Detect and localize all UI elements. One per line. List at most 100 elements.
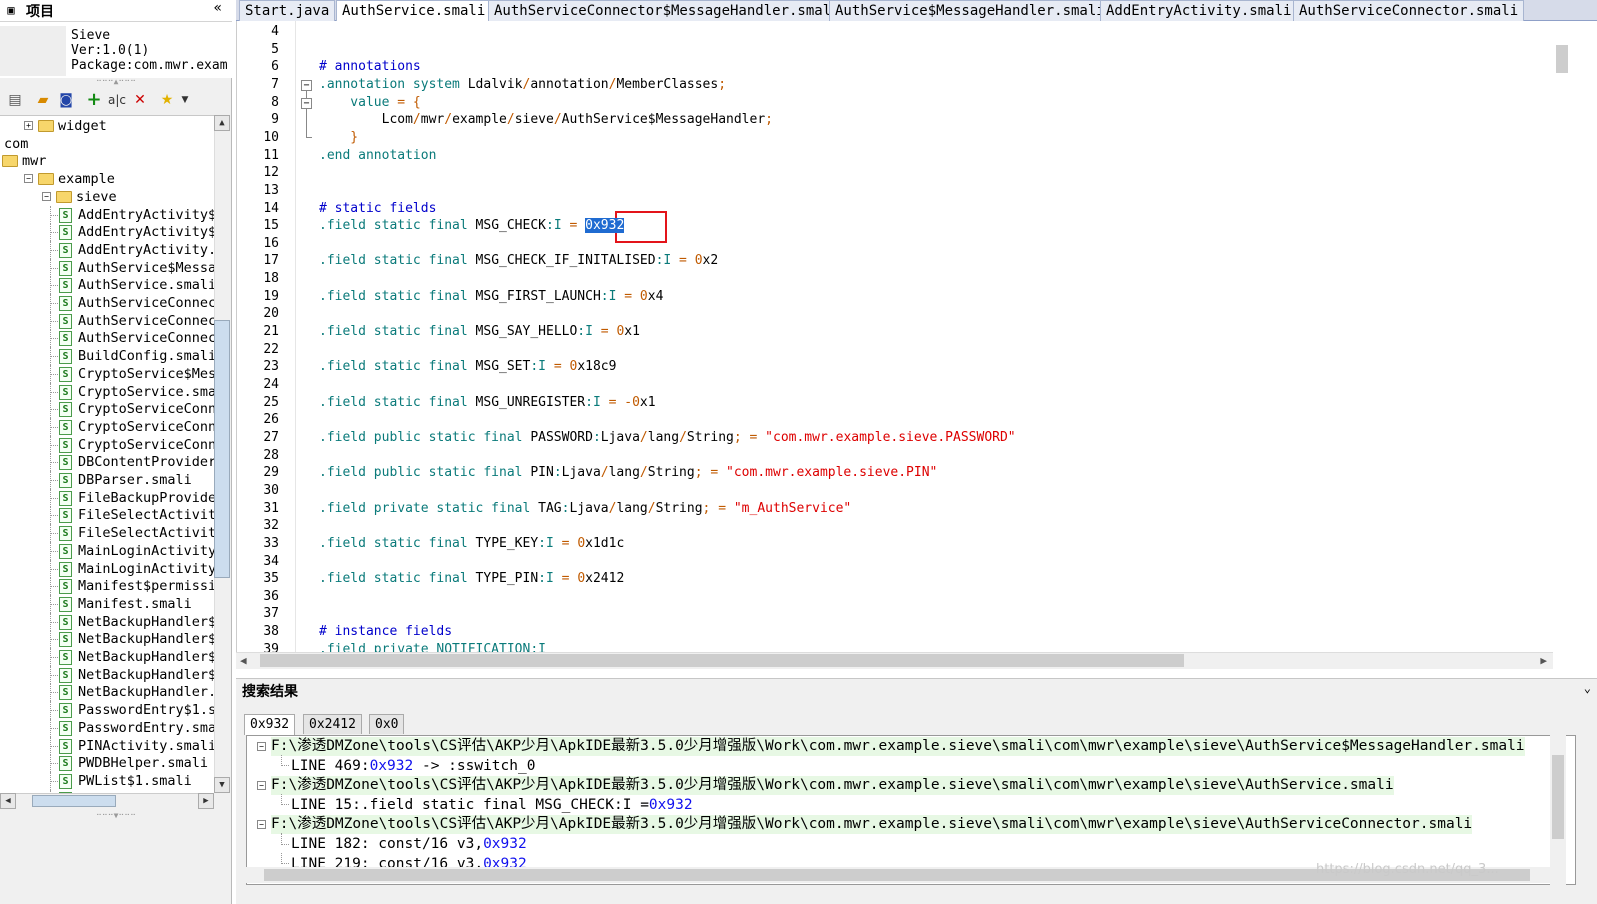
tree-item[interactable]: + widget (0, 117, 214, 135)
collapse-toggle-icon[interactable]: − (24, 174, 33, 184)
smali-file-icon: S (59, 703, 72, 719)
tree-item[interactable]: S MainLoginActivity (0, 541, 214, 560)
code-hscroll-thumb[interactable] (260, 654, 1184, 667)
splitter-handle[interactable]: ⠒⠒⠒▲⠒⠒⠒ (0, 78, 232, 86)
tree-item[interactable]: S CryptoServiceConn (0, 417, 214, 436)
tree-item[interactable]: − sieve (0, 188, 214, 206)
tree-item[interactable]: S FileSelectActivit (0, 524, 214, 543)
favorite-star-icon[interactable]: ★ (158, 91, 176, 109)
tree-item[interactable]: S AuthServiceConnec (0, 311, 214, 330)
search-result-file[interactable]: F:\渗透DMZone\tools\CS评估\AKP少月\ApkIDE最新3.5… (271, 815, 1473, 835)
refresh-icon[interactable]: ◙ (57, 91, 75, 109)
scroll-right-button[interactable]: ▶ (198, 793, 214, 809)
code-vscroll-thumb[interactable] (1556, 45, 1568, 73)
tree-item[interactable]: S DBParser.smali (0, 471, 214, 489)
tree-item[interactable]: S PWDBHelper.smali (0, 754, 214, 773)
tree-item[interactable]: S AuthService.smali (0, 276, 214, 295)
code-token: .field public static final (319, 465, 531, 481)
smali-file-icon: S (59, 402, 72, 418)
collapse-panel-button[interactable]: « (213, 0, 222, 16)
tree-item[interactable]: S NetBackupHandler$ (0, 665, 214, 684)
code-editor[interactable]: 4 5 6 7 8 9 10 11 12 13 14 15 16 17 18 19 20 21 22 23 24 25 26… (236, 21, 1597, 652)
app-package: Package:com.mwr.exam (71, 58, 228, 73)
splitter-handle-bottom[interactable]: ⠒⠒⠒▼⠒⠒⠒ (0, 812, 232, 820)
tree-item[interactable]: S AddEntryActivity. (0, 240, 214, 259)
search-result-line[interactable]: LINE 469:0x932 -> :sswitch_0 (291, 757, 535, 776)
scroll-down-button[interactable]: ▼ (214, 777, 230, 793)
tree-item-label: AuthService$Messa (78, 259, 214, 276)
fold-toggle-icon[interactable]: − (301, 80, 312, 91)
smali-file-icon: S (59, 738, 72, 754)
code-token: x18c9 (577, 359, 617, 375)
collapse-toggle-icon[interactable]: − (42, 191, 51, 201)
app-name: Sieve (71, 28, 111, 43)
tree-item[interactable]: S NetBackupHandler$ (0, 648, 214, 666)
editor-tab[interactable]: AuthServiceConnector$MessageHandler.smal… (488, 0, 846, 21)
tree-scroll-thumb[interactable] (214, 320, 230, 578)
tree-item[interactable]: S AuthServiceConnec (0, 329, 214, 348)
tree-item[interactable]: S Manifest.smali (0, 594, 214, 613)
tree-item[interactable]: S AuthService$Messa (0, 258, 214, 277)
tree-item[interactable]: S AddEntryActivity$ (0, 205, 214, 224)
code-token: PIN (530, 465, 554, 481)
search-result-line[interactable]: LINE 15:.field static final MSG_CHECK:I … (291, 796, 693, 815)
code-line: .field static final MSG_SET:I = 0x18c9 (319, 358, 616, 376)
scroll-left-button[interactable]: ◀ (0, 793, 16, 809)
code-line: .end annotation (319, 147, 436, 165)
tree-item[interactable]: S PasswordEntry.sma (0, 718, 214, 737)
tree-item[interactable]: S CryptoServiceConn (0, 435, 214, 454)
open-folder-icon[interactable]: ▰ (34, 91, 52, 109)
tree-item[interactable]: S FileSelectActivit (0, 506, 214, 525)
tree-item[interactable]: S AddEntryActivity$ (0, 223, 214, 242)
tree-item[interactable]: mwr (0, 152, 214, 170)
search-result-file[interactable]: F:\渗透DMZone\tools\CS评估\AKP少月\ApkIDE最新3.5… (271, 737, 1525, 756)
tree-item[interactable]: S NetBackupHandler$ (0, 612, 214, 631)
editor-tab[interactable]: AuthService$MessageHandler.smali (829, 0, 1111, 21)
tree-item[interactable]: S DBContentProvider (0, 453, 214, 472)
fold-toggle-icon[interactable]: − (301, 98, 312, 109)
editor-tab[interactable]: Start.java (239, 0, 336, 21)
tree-item[interactable]: S CryptoServiceConn (0, 400, 214, 419)
scroll-right-icon[interactable]: ▶ (1540, 654, 1547, 667)
tree-item[interactable]: S MainLoginActivity (0, 559, 214, 578)
add-icon[interactable]: + (85, 91, 103, 109)
tree-item[interactable]: S FileBackupProvide (0, 488, 214, 507)
delete-icon[interactable]: ✕ (131, 91, 149, 109)
collapse-toggle-icon[interactable]: − (257, 820, 266, 830)
code-token: .field static final (319, 324, 476, 340)
tree-item[interactable]: S CryptoService.sma (0, 382, 214, 401)
tree-item[interactable]: − example (0, 170, 214, 188)
collapse-toggle-icon[interactable]: − (257, 781, 266, 791)
tree-item-label: MainLoginActivity (78, 560, 214, 577)
editor-tab[interactable]: AddEntryActivity.smali (1100, 0, 1298, 21)
collapse-toggle-icon[interactable]: − (257, 742, 266, 751)
results-vscroll-thumb[interactable] (1552, 755, 1564, 839)
code-token: = (569, 218, 586, 234)
rename-icon[interactable]: a|c (108, 91, 126, 109)
tree-item[interactable]: S CryptoService$Mes (0, 364, 214, 383)
scroll-up-button[interactable]: ▲ (214, 115, 230, 131)
tree-item[interactable]: S PWList$1.smali (0, 771, 214, 790)
chevron-down-icon[interactable]: ▼ (176, 91, 194, 109)
tree-item[interactable]: S NetBackupHandler$ (0, 630, 214, 649)
tree-item[interactable]: S BuildConfig.smali (0, 347, 214, 366)
search-tab[interactable]: 0x0 (369, 714, 405, 734)
search-result-file[interactable]: F:\渗透DMZone\tools\CS评估\AKP少月\ApkIDE最新3.5… (271, 776, 1394, 796)
new-file-icon[interactable]: ▤ (6, 91, 24, 109)
editor-tab[interactable]: AuthService.smali (336, 0, 492, 21)
scroll-left-icon[interactable]: ◀ (240, 654, 247, 667)
tree-item[interactable]: S PINActivity.smali (0, 736, 214, 755)
tree-item[interactable]: S NetBackupHandler. (0, 683, 214, 702)
expand-toggle-icon[interactable]: + (24, 121, 33, 130)
tree-item[interactable]: S AuthServiceConnec (0, 294, 214, 312)
collapse-search-button[interactable]: ⌄ (1584, 681, 1591, 695)
editor-tab[interactable]: AuthServiceConnector.smali (1293, 0, 1525, 21)
search-tab[interactable]: 0x932 (244, 714, 296, 735)
tree-item-label: MainLoginActivity (78, 542, 214, 559)
tree-item[interactable]: S PasswordEntry$1.s (0, 701, 214, 720)
search-tab[interactable]: 0x2412 (303, 714, 362, 734)
tree-item[interactable]: com (0, 135, 214, 153)
search-result-line[interactable]: LINE 182: const/16 v3,0x932 (291, 835, 527, 854)
tree-item[interactable]: S Manifest$permissi (0, 577, 214, 596)
tree-hscroll-thumb[interactable] (32, 795, 116, 807)
